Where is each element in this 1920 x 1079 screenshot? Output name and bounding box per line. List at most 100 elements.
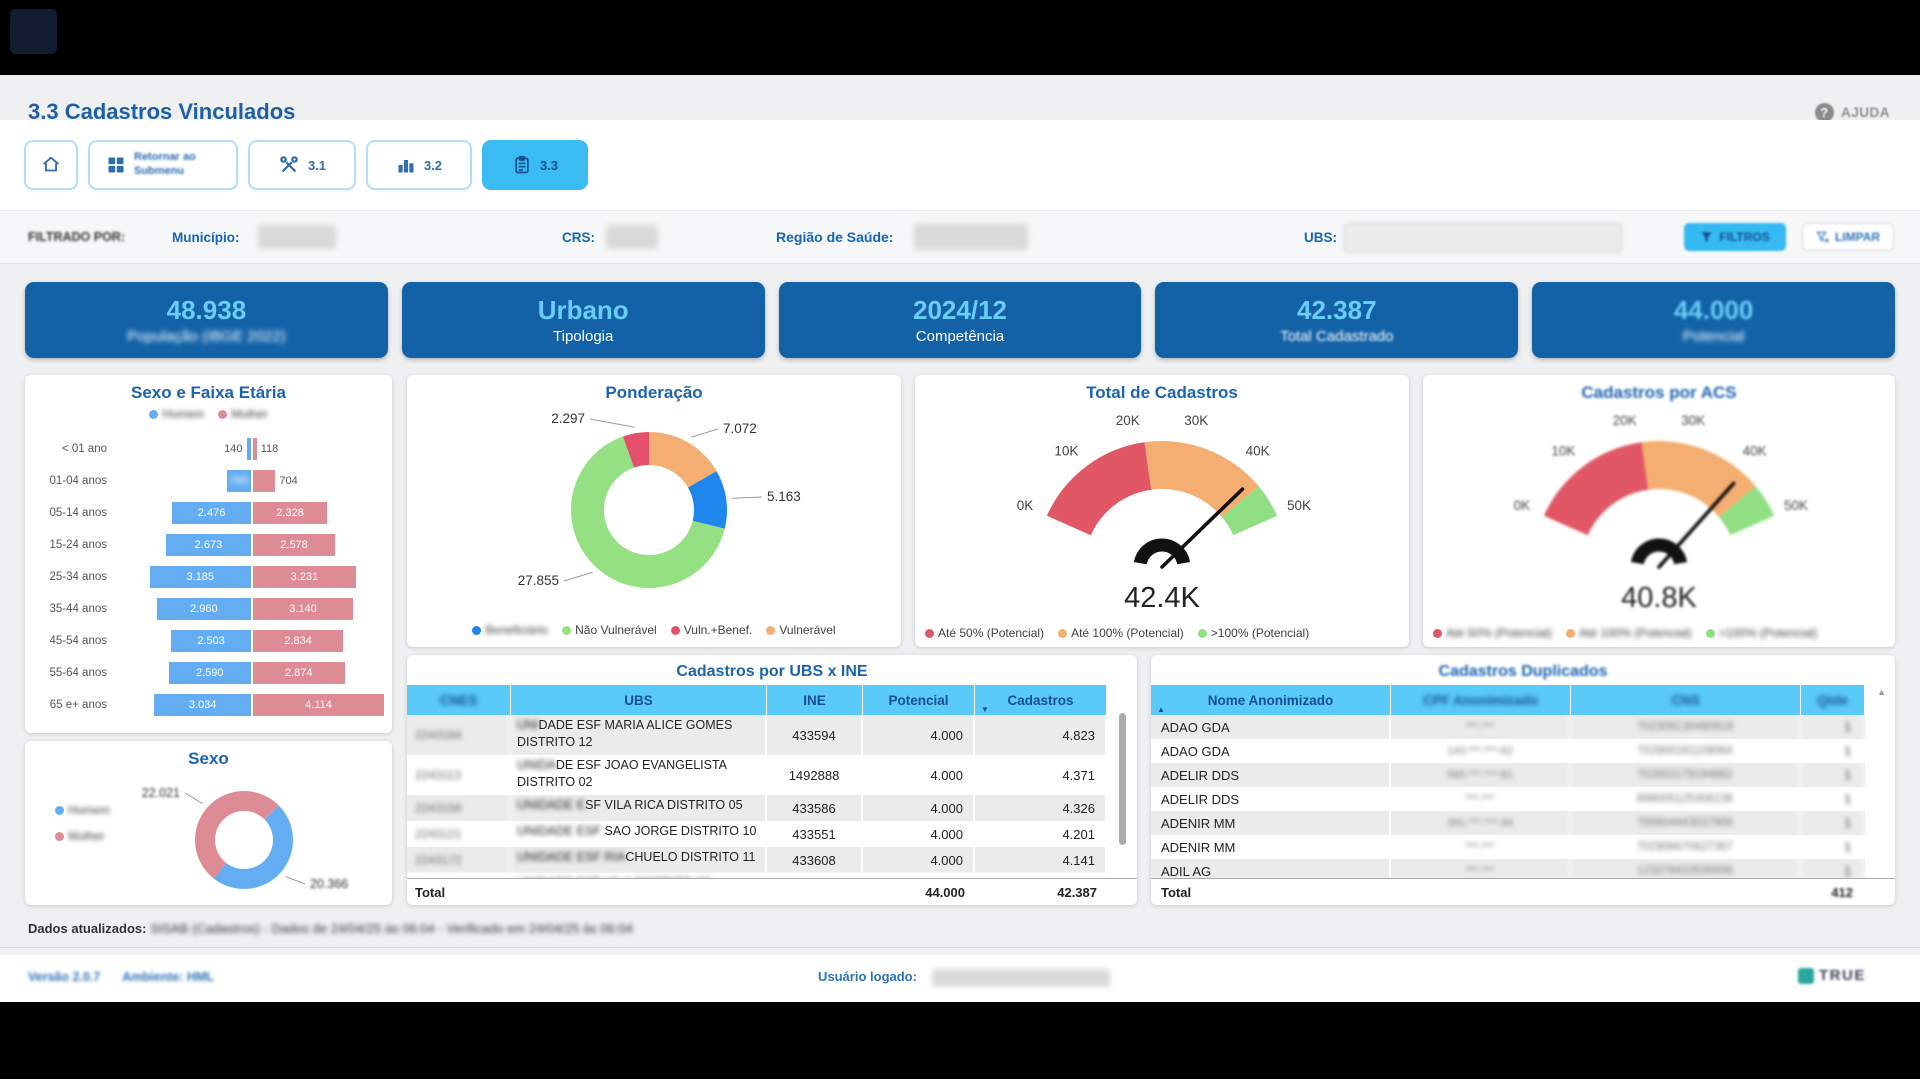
limpar-label: LIMPAR bbox=[1835, 230, 1880, 244]
table-row[interactable]: ADIL AG***.***1233784335300061 bbox=[1151, 859, 1865, 879]
legend-label: Não Vulnerável bbox=[575, 623, 657, 637]
tab-retornar-submenu[interactable]: Retornar ao Submenu bbox=[88, 140, 238, 190]
ubs-name-redacted-part: UNIDADE ESF RIA bbox=[517, 850, 625, 864]
legend-item: >100% (Potencial) bbox=[1706, 626, 1817, 640]
column-header-cnes[interactable]: CNES bbox=[407, 685, 511, 715]
total-potencial: 44.000 bbox=[863, 885, 975, 900]
column-header-cns[interactable]: CNS bbox=[1571, 685, 1801, 715]
women-bar[interactable] bbox=[253, 470, 275, 492]
data-updated-line: Dados atualizados: SISAB (Cadastros) - D… bbox=[28, 921, 633, 936]
gauge-legend: Até 50% (Potencial)Até 100% (Potencial)>… bbox=[915, 626, 1409, 640]
column-header-label: CNES bbox=[440, 693, 478, 708]
column-header-cpf-anonimizado[interactable]: CPF Anonimizado bbox=[1391, 685, 1571, 715]
tab-3-3-active[interactable]: 3.3 bbox=[482, 140, 588, 190]
table-row[interactable]: 2243156UNIDADE ESF VILA RICA DISTRITO 05… bbox=[407, 795, 1107, 821]
crs-value-redacted[interactable] bbox=[606, 225, 658, 249]
table-title: Cadastros por UBS x INE bbox=[407, 663, 1137, 681]
age-band-label: < 01 ano bbox=[35, 443, 115, 455]
pyramid-bars: 765704 bbox=[115, 465, 382, 497]
kpi-card[interactable]: 2024/12 Competência bbox=[779, 282, 1142, 358]
gauge-tick-label: 30K bbox=[1184, 413, 1208, 428]
filtros-button[interactable]: FILTROS bbox=[1684, 223, 1786, 251]
women-value-label: 2.874 bbox=[253, 662, 345, 684]
column-header-label: Qtde bbox=[1817, 693, 1848, 708]
women-value-label: 2.328 bbox=[253, 502, 327, 524]
scrollbar-up-arrow[interactable]: ▲ bbox=[1877, 687, 1886, 697]
column-header-qtde[interactable]: Qtde bbox=[1801, 685, 1865, 715]
kpi-value: 2024/12 bbox=[913, 295, 1007, 326]
cpf-cell: ***.*** bbox=[1391, 715, 1571, 739]
cnes-cell: 2243121 bbox=[407, 821, 511, 847]
table-row[interactable]: 2243113UNIDADE ESF JOAO EVANGELISTA DIST… bbox=[407, 755, 1107, 795]
limpar-button[interactable]: LIMPAR bbox=[1802, 223, 1894, 251]
column-header-ubs[interactable]: UBS bbox=[511, 685, 767, 715]
cpf-cell: 565.***.***-81 bbox=[1391, 763, 1571, 787]
pyramid-bars: 2.4762.328 bbox=[115, 497, 382, 529]
municipio-value-redacted[interactable] bbox=[258, 225, 336, 249]
age-band-label: 25-34 anos bbox=[35, 571, 115, 583]
kpi-value: 48.938 bbox=[167, 295, 247, 326]
kpi-card[interactable]: 44.000Potencial bbox=[1532, 282, 1895, 358]
ine-cell: 1492888 bbox=[767, 755, 863, 795]
ine-cell: 433586 bbox=[767, 795, 863, 821]
regiao-saude-value-redacted[interactable] bbox=[914, 224, 1028, 250]
kpi-card[interactable]: 48.938População (IBGE 2022) bbox=[25, 282, 388, 358]
table-row[interactable]: ADENIR MM391.***.***-347006044430379061 bbox=[1151, 811, 1865, 835]
kpi-card[interactable]: 42.387Total Cadastrado bbox=[1155, 282, 1518, 358]
kpi-card[interactable]: UrbanoTipologia bbox=[402, 282, 765, 358]
card-sexo-faixa-etaria: Sexo e Faixa Etária HomemMulher < 01 ano… bbox=[25, 375, 392, 733]
donut-slice-Homem[interactable] bbox=[214, 805, 293, 889]
kpi-row: 48.938População (IBGE 2022)UrbanoTipolog… bbox=[25, 282, 1895, 358]
card-total-cadastros: Total de Cadastros 0K10K20K30K40K50K42.4… bbox=[915, 375, 1409, 647]
brand-icon bbox=[1798, 968, 1814, 984]
women-value-label: 2.578 bbox=[253, 534, 335, 556]
legend-item: Até 50% (Potencial) bbox=[925, 626, 1044, 640]
legend-swatch bbox=[562, 626, 571, 635]
brand-name: TRUE bbox=[1819, 967, 1866, 984]
table-row[interactable]: ADELIR DDS***.***8980051253061361 bbox=[1151, 787, 1865, 811]
kpi-label: Competência bbox=[916, 328, 1004, 345]
kpi-value: 44.000 bbox=[1674, 295, 1754, 326]
nome-cell: ADAO GDA bbox=[1151, 715, 1391, 739]
column-header-potencial[interactable]: Potencial bbox=[863, 685, 975, 715]
cpf-cell: ***.*** bbox=[1391, 859, 1571, 879]
version-label: Versão 2.0.7 bbox=[28, 970, 100, 984]
table-row[interactable]: 2243121UNIDADE ESF SAO JORGE DISTRITO 10… bbox=[407, 821, 1107, 847]
ponderacao-legend: BeneficiárioNão VulnerávelVuln.+Benef.Vu… bbox=[407, 623, 901, 637]
legend-swatch bbox=[472, 626, 481, 635]
table-row[interactable]: 2243164UNIDADE ESF MARIA ALICE GOMES DIS… bbox=[407, 715, 1107, 755]
tab-3-1[interactable]: 3.1 bbox=[248, 140, 356, 190]
tab-3-2[interactable]: 3.2 bbox=[366, 140, 472, 190]
age-band-label: 45-54 anos bbox=[35, 635, 115, 647]
table-row[interactable]: 2243172UNIDADE ESF RIACHUELO DISTRITO 11… bbox=[407, 847, 1107, 873]
bar-chart-icon bbox=[396, 155, 416, 175]
card-cadastros-ubs-ine: Cadastros por UBS x INE CNES UBSINEPotenc… bbox=[407, 655, 1137, 905]
men-value-label: 2.476 bbox=[172, 502, 251, 524]
scrollbar-thumb[interactable] bbox=[1119, 713, 1126, 845]
gauge-tick-label: 20K bbox=[1116, 413, 1140, 428]
ponderacao-donut-chart: 7.0725.16327.8552.297 bbox=[407, 375, 901, 613]
column-header-cadastros[interactable]: Cadastros▼ bbox=[975, 685, 1107, 715]
logged-user-label: Usuário logado: bbox=[818, 969, 917, 984]
ubs-input-redacted[interactable] bbox=[1344, 223, 1622, 253]
legend-item: Não Vulnerável bbox=[562, 623, 657, 637]
ine-cell: 433608 bbox=[767, 847, 863, 873]
ubs-label: UBS: bbox=[1304, 211, 1337, 263]
table-row[interactable]: ADAO GDA***.***7023091304909181 bbox=[1151, 715, 1865, 739]
table-row[interactable]: ADAO GDA143.***.***-627029001811080641 bbox=[1151, 739, 1865, 763]
tab-home[interactable] bbox=[24, 140, 78, 190]
pyramid-bars: 2.6732.578 bbox=[115, 529, 382, 561]
column-header-ine[interactable]: INE bbox=[767, 685, 863, 715]
men-value-label: 2.503 bbox=[171, 630, 251, 652]
age-band-label: 05-14 anos bbox=[35, 507, 115, 519]
women-bar[interactable] bbox=[253, 438, 257, 460]
table-total-row: Total44.00042.387 bbox=[407, 878, 1137, 905]
table-row[interactable]: ADELIR DDS565.***.***-817028031781948621 bbox=[1151, 763, 1865, 787]
total-label: Total bbox=[1151, 885, 1801, 900]
legend-swatch bbox=[1433, 629, 1442, 638]
table-row[interactable]: ADENIR MM***.***7029066706273671 bbox=[1151, 835, 1865, 859]
ubs-name-redacted-part: UNIDADE E bbox=[517, 798, 585, 812]
men-bar[interactable] bbox=[247, 438, 251, 460]
column-header-nome-anonimizado[interactable]: Nome Anonimizado▲ bbox=[1151, 685, 1391, 715]
legend-label: Vulnerável bbox=[779, 623, 835, 637]
